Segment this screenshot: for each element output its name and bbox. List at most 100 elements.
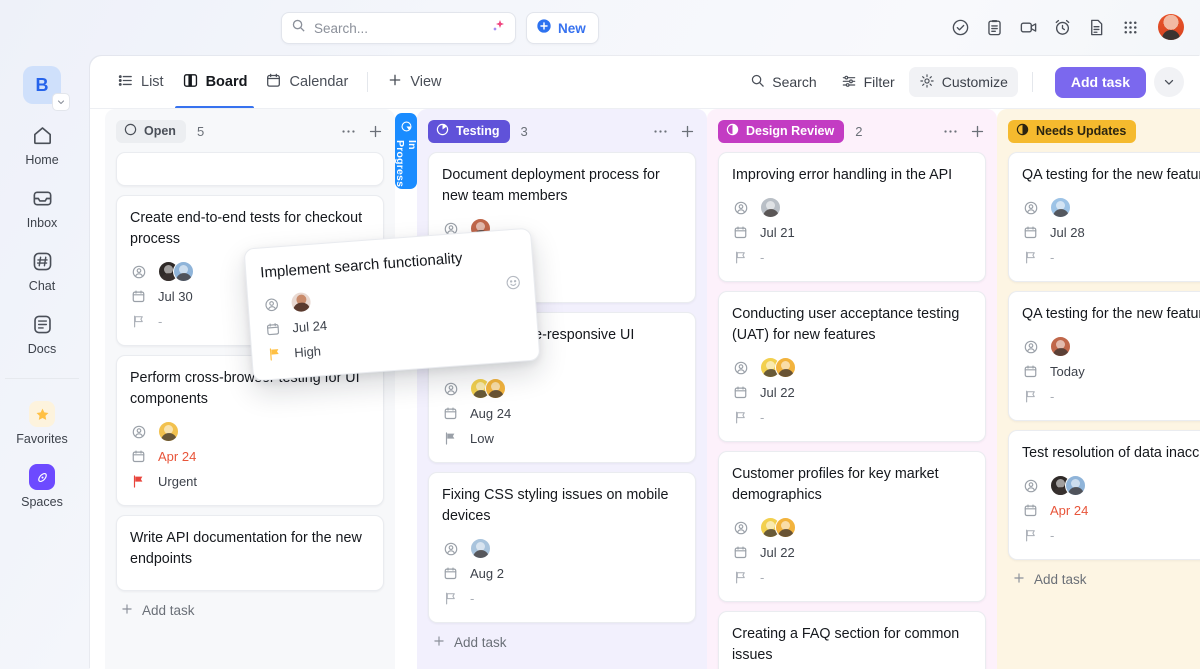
assignee-avatars[interactable] xyxy=(158,421,179,442)
task-assignee-row[interactable] xyxy=(732,195,972,220)
document-icon[interactable] xyxy=(1086,17,1106,37)
user-avatar[interactable] xyxy=(1158,14,1184,40)
task-assignee-row[interactable] xyxy=(130,419,370,444)
task-priority-row[interactable]: Low xyxy=(442,426,682,451)
sidebar-item-spaces[interactable]: Spaces xyxy=(7,464,77,509)
task-priority-row[interactable]: - xyxy=(1022,384,1200,409)
task-card[interactable]: Write API documentation for the new endp… xyxy=(116,515,384,591)
column-add-icon[interactable] xyxy=(367,123,384,140)
task-priority-row[interactable]: Urgent xyxy=(130,469,370,494)
avatar[interactable] xyxy=(289,290,313,314)
emoji-reaction-icon[interactable] xyxy=(504,273,523,296)
column-status-pill[interactable]: Design Review xyxy=(718,119,845,143)
assignee-avatars[interactable] xyxy=(760,197,781,218)
assignee-avatars[interactable] xyxy=(760,357,796,378)
global-search-input[interactable]: Search... xyxy=(281,12,516,44)
board-search-button[interactable]: Search xyxy=(740,67,826,97)
task-card[interactable]: QA testing for the new feature Jul 28 - xyxy=(1008,152,1200,282)
column-status-pill[interactable]: Open xyxy=(116,119,186,143)
task-card[interactable]: Customer profiles for key market demogra… xyxy=(718,451,986,602)
avatar[interactable] xyxy=(1050,336,1071,357)
avatar[interactable] xyxy=(173,261,194,282)
task-assignee-row[interactable] xyxy=(1022,334,1200,359)
new-button[interactable]: New xyxy=(526,12,599,44)
sidebar-item-home[interactable]: Home xyxy=(7,122,77,167)
app-grid-icon[interactable] xyxy=(1120,17,1140,37)
task-date-row[interactable]: Jul 22 xyxy=(732,540,972,565)
task-assignee-row[interactable] xyxy=(442,536,682,561)
assignee-avatars[interactable] xyxy=(1050,336,1071,357)
kanban-board[interactable]: Open 5 Create end-to-end tests for checkou… xyxy=(90,109,1200,669)
task-date-row[interactable]: Today xyxy=(1022,359,1200,384)
sidebar-item-docs[interactable]: Docs xyxy=(7,311,77,356)
dragged-task-card[interactable]: Implement search functionality Jul 24 Hi xyxy=(243,227,541,382)
column-add-icon[interactable] xyxy=(679,123,696,140)
task-priority-row[interactable]: - xyxy=(1022,523,1200,548)
task-card[interactable]: Fixing CSS styling issues on mobile devi… xyxy=(428,472,696,623)
clipboard-icon[interactable] xyxy=(984,17,1004,37)
column-add-task-button[interactable]: Add task xyxy=(428,623,696,651)
add-task-button[interactable]: Add task xyxy=(1054,66,1146,98)
column-status-pill[interactable]: Testing xyxy=(428,119,510,143)
video-camera-icon[interactable] xyxy=(1018,17,1038,37)
column-add-icon[interactable] xyxy=(969,123,986,140)
sidebar-item-favorites[interactable]: Favorites xyxy=(7,401,77,446)
column-more-icon[interactable] xyxy=(340,123,357,140)
task-card[interactable]: Conducting user acceptance testing (UAT)… xyxy=(718,291,986,442)
check-circle-icon[interactable] xyxy=(950,17,970,37)
task-assignee-row[interactable] xyxy=(732,355,972,380)
assignee-avatars[interactable] xyxy=(1050,197,1071,218)
assignee-avatars[interactable] xyxy=(470,378,506,399)
task-assignee-row[interactable] xyxy=(442,376,682,401)
task-date-row[interactable]: Jul 28 xyxy=(1022,220,1200,245)
task-card[interactable]: Creating a FAQ section for common issues xyxy=(718,611,986,669)
avatar[interactable] xyxy=(1065,475,1086,496)
column-more-icon[interactable] xyxy=(942,123,959,140)
task-date-row[interactable]: Jul 21 xyxy=(732,220,972,245)
task-priority-row[interactable]: - xyxy=(732,405,972,430)
avatar[interactable] xyxy=(760,197,781,218)
task-card[interactable]: Improving error handling in the API Jul 2… xyxy=(718,152,986,282)
assignee-avatars[interactable] xyxy=(470,538,491,559)
tab-list[interactable]: List xyxy=(108,56,173,108)
task-assignee-row[interactable] xyxy=(1022,473,1200,498)
chevron-down-icon[interactable] xyxy=(1154,67,1184,97)
tab-board[interactable]: Board xyxy=(173,56,257,108)
avatar[interactable] xyxy=(485,378,506,399)
task-date-row[interactable]: Aug 24 xyxy=(442,401,682,426)
assignee-avatars[interactable] xyxy=(289,290,313,314)
assignee-avatars[interactable] xyxy=(158,261,194,282)
task-priority-row[interactable]: - xyxy=(442,586,682,611)
task-date-row[interactable]: Aug 2 xyxy=(442,561,682,586)
task-card[interactable]: Test resolution of data inaccuracies Apr … xyxy=(1008,430,1200,560)
avatar[interactable] xyxy=(1050,197,1071,218)
filter-button[interactable]: Filter xyxy=(831,67,905,97)
task-priority-row[interactable]: - xyxy=(732,565,972,590)
task-card[interactable] xyxy=(116,152,384,186)
column-status-pill[interactable]: Needs Updates xyxy=(1008,119,1137,143)
task-date-row[interactable]: Apr 24 xyxy=(1022,498,1200,523)
collapsed-column-in-progress[interactable]: In Progress xyxy=(394,113,418,189)
task-priority-row[interactable]: - xyxy=(732,245,972,270)
task-card[interactable]: Perform cross-browser testing for UI com… xyxy=(116,355,384,506)
avatar[interactable] xyxy=(470,538,491,559)
tab-calendar[interactable]: Calendar xyxy=(256,56,357,108)
column-more-icon[interactable] xyxy=(652,123,669,140)
task-date-row[interactable]: Jul 22 xyxy=(732,380,972,405)
chevron-down-icon[interactable] xyxy=(52,93,70,111)
avatar[interactable] xyxy=(158,421,179,442)
add-view-button[interactable]: View xyxy=(378,56,450,108)
workspace-badge[interactable]: B xyxy=(23,66,70,111)
column-add-task-button[interactable]: Add task xyxy=(116,591,384,619)
avatar[interactable] xyxy=(775,517,796,538)
sidebar-item-chat[interactable]: Chat xyxy=(7,248,77,293)
task-priority-row[interactable]: - xyxy=(1022,245,1200,270)
task-assignee-row[interactable] xyxy=(1022,195,1200,220)
column-add-task-button[interactable]: Add task xyxy=(1008,560,1200,588)
task-date-row[interactable]: Apr 24 xyxy=(130,444,370,469)
avatar[interactable] xyxy=(775,357,796,378)
alarm-clock-icon[interactable] xyxy=(1052,17,1072,37)
sidebar-item-inbox[interactable]: Inbox xyxy=(7,185,77,230)
task-card[interactable]: QA testing for the new feature Today - xyxy=(1008,291,1200,421)
assignee-avatars[interactable] xyxy=(760,517,796,538)
